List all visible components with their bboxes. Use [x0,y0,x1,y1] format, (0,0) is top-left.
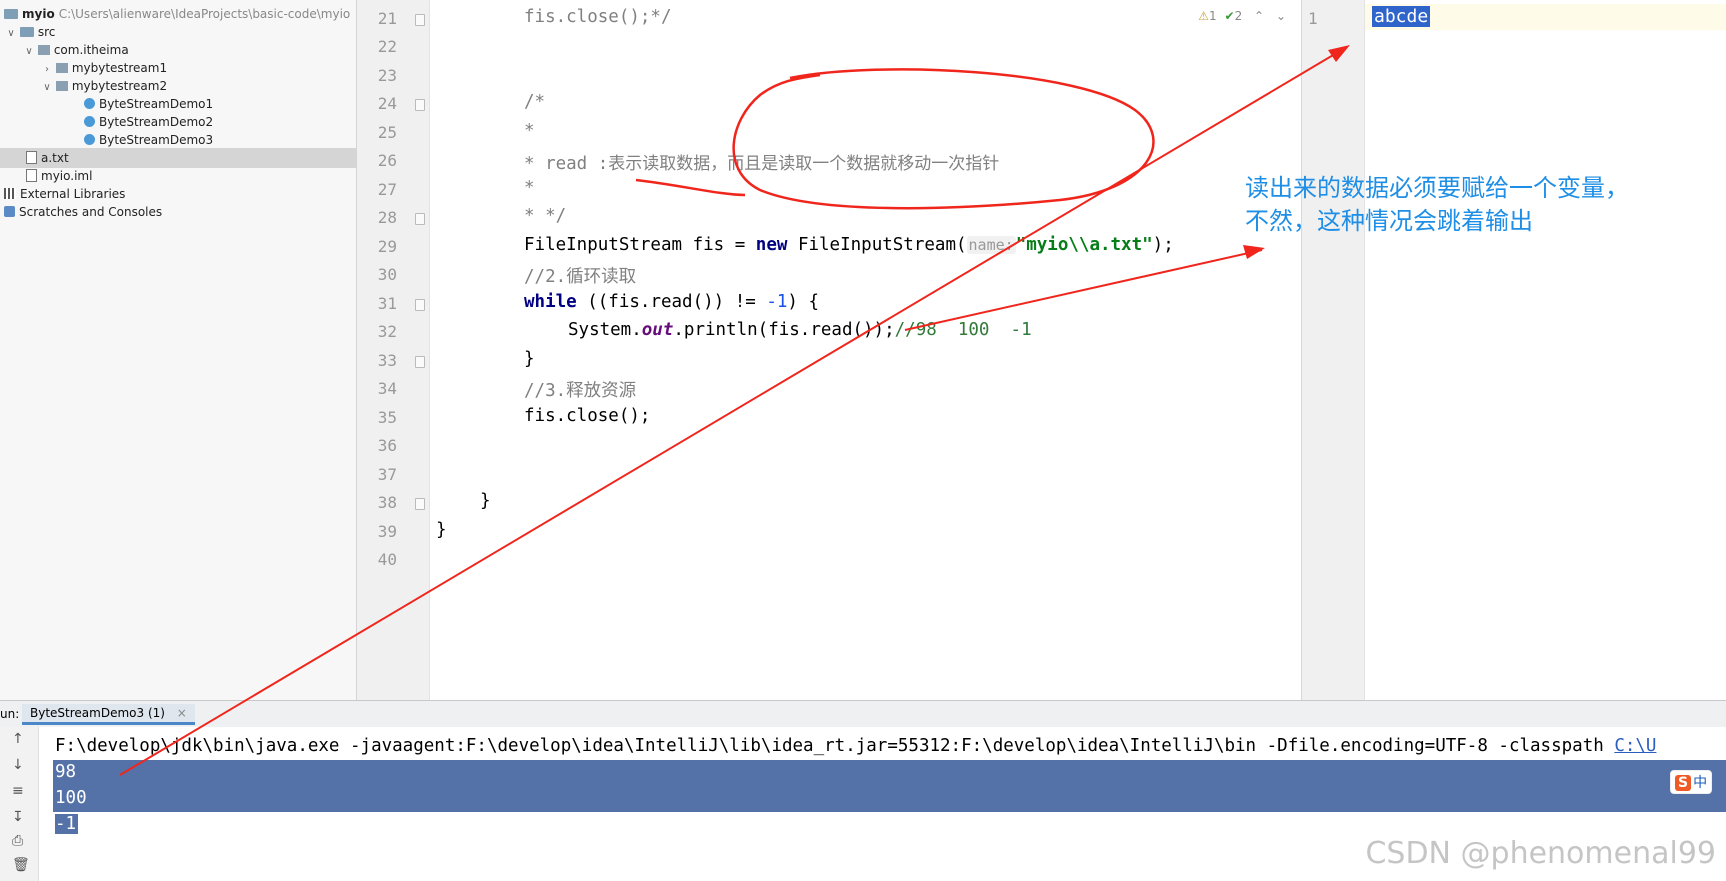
annotation-note: 读出来的数据必须要赋给一个变量， 不然，这种情况会跳着输出 [1245,174,1629,235]
sogou-icon: S [1675,775,1692,791]
underline-annotation [635,178,746,197]
arrow-head-icon [1328,45,1350,62]
annotation-overlay [119,45,1350,776]
circle-annotation [732,68,1155,210]
ime-label: 中 [1693,775,1708,791]
arrow-head-icon [1243,245,1265,259]
ime-indicator[interactable]: S中 [1670,770,1713,794]
watermark: CSDN @phenomenal99 [1365,836,1716,871]
arrow-line-short [904,249,1263,331]
arrow-line-long [119,47,1346,776]
